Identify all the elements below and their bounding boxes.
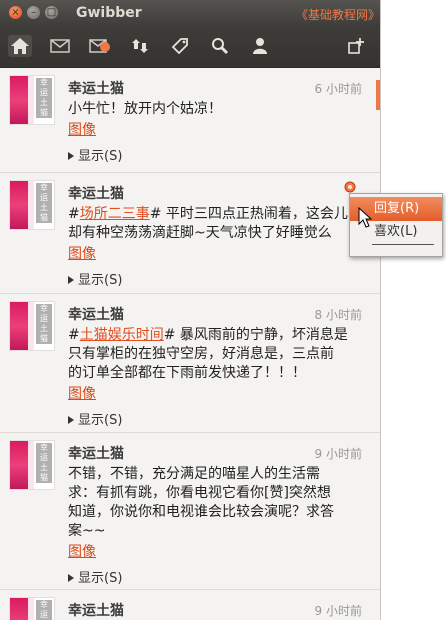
message-item[interactable]: 幸运土猫 幸运土猫 #场所二三事# 平时三四点正热闹着，这会儿 却有种空荡荡滴赶…	[0, 173, 380, 294]
message-item[interactable]: 幸运土猫 幸运土猫 9 小时前	[0, 590, 380, 620]
message-item[interactable]: 幸运土猫 幸运土猫 9 小时前 不错，不错，充分满足的喵星人的生活需 求：有抓有…	[0, 433, 380, 590]
maximize-button[interactable]: □	[45, 6, 58, 19]
message-item[interactable]: 幸运土猫 幸运土猫 8 小时前 #土猫娱乐时间# 暴风雨前的宁静，坏消息是 只有…	[0, 294, 380, 433]
message-item[interactable]: 幸运土猫 幸运土猫 6 小时前 小牛忙！放开内个姑凉！ 图像 显示(S)	[0, 68, 380, 173]
image-link[interactable]: 图像	[68, 119, 96, 139]
message-text-line3: 知道，你说你和电视谁会比较会演呢？求答	[68, 504, 334, 520]
avatar[interactable]: 幸运土猫	[10, 441, 54, 489]
compose-icon	[348, 38, 364, 54]
mention-icon	[89, 39, 110, 53]
user-icon	[253, 38, 267, 54]
retweet-button[interactable]	[128, 35, 152, 57]
message-text-line3: 的订单全部都在下雨前发快递了！！！	[68, 365, 306, 381]
show-label: 显示(S)	[78, 273, 123, 288]
avatar-chars: 幸运土猫	[36, 304, 52, 344]
avatar[interactable]: 幸运土猫	[10, 598, 54, 620]
message-text: 不错，不错，充分满足的喵星人的生活需	[68, 466, 320, 482]
expand-triangle-icon	[68, 276, 74, 284]
close-button[interactable]: ×	[9, 6, 22, 19]
message-author[interactable]: 幸运土猫	[68, 600, 124, 620]
message-text-line2: 却有种空荡荡滴赶脚~天气凉快了好睡觉么	[68, 225, 332, 241]
expand-triangle-icon	[68, 574, 74, 582]
avatar-chars: 幸运土猫	[36, 600, 52, 620]
message-text-line2: 求：有抓有跳，你看电视它看你[赞]突然想	[68, 485, 331, 501]
avatar[interactable]: 幸运土猫	[10, 302, 54, 350]
message-author[interactable]: 幸运土猫	[68, 183, 124, 203]
message-author[interactable]: 幸运土猫	[68, 78, 124, 98]
show-label: 显示(S)	[78, 149, 123, 164]
show-toggle[interactable]: 显示(S)	[68, 567, 122, 586]
avatar-chars: 幸运土猫	[36, 78, 52, 118]
avatar[interactable]: 幸运土猫	[10, 76, 54, 124]
mouse-cursor-icon	[358, 207, 372, 228]
avatar-chars: 幸运土猫	[36, 443, 52, 483]
show-label: 显示(S)	[78, 571, 123, 586]
window-title: Gwibber	[76, 5, 142, 21]
expand-triangle-icon	[68, 152, 74, 160]
message-time: 6 小时前	[314, 82, 362, 96]
unread-marker	[376, 80, 380, 110]
message-author[interactable]: 幸运土猫	[68, 443, 124, 463]
hashtag-link[interactable]: 土猫娱乐时间	[80, 327, 164, 343]
toolbar	[0, 27, 380, 68]
mail-icon	[50, 39, 70, 53]
hashtag-link[interactable]: 场所二三事	[80, 206, 150, 222]
home-icon	[11, 38, 29, 54]
message-time: 9 小时前	[314, 447, 362, 461]
title-bar: × – □ Gwibber 《基础教程网》	[0, 0, 380, 27]
image-link[interactable]: 图像	[68, 243, 96, 263]
message-text: #场所二三事# 平时三四点正热闹着，这会儿	[68, 206, 348, 222]
show-label: 显示(S)	[78, 413, 123, 428]
message-text-line4: 案~~	[68, 523, 106, 539]
compose-button[interactable]	[344, 35, 368, 57]
show-toggle[interactable]: 显示(S)	[68, 269, 122, 288]
gwibber-window: × – □ Gwibber 《基础教程网》 幸 运 土 猫 幸运土猫 6 小时前…	[0, 0, 381, 620]
message-time: 8 小时前	[314, 308, 362, 322]
show-toggle[interactable]: 显示(S)	[68, 145, 122, 164]
message-text-line2: 只有掌柜的在独守空房，好消息是，三点前	[68, 346, 334, 362]
avatar-chars: 幸运土猫	[36, 183, 52, 223]
message-text: 小牛忙！放开内个姑凉！	[68, 101, 222, 117]
watermark: 《基础教程网》	[296, 8, 381, 22]
show-toggle[interactable]: 显示(S)	[68, 409, 122, 428]
image-link[interactable]: 图像	[68, 541, 96, 561]
search-button[interactable]	[208, 35, 232, 57]
tags-button[interactable]	[168, 35, 192, 57]
expand-triangle-icon	[68, 416, 74, 424]
message-list[interactable]: 幸运土猫 幸运土猫 6 小时前 小牛忙！放开内个姑凉！ 图像 显示(S) 幸运土…	[0, 68, 380, 620]
retweet-icon	[132, 39, 148, 53]
minimize-button[interactable]: –	[27, 6, 40, 19]
search-icon	[212, 38, 229, 55]
image-link[interactable]: 图像	[68, 383, 96, 403]
avatar[interactable]: 幸运土猫	[10, 181, 54, 229]
message-author[interactable]: 幸运土猫	[68, 304, 124, 324]
home-button[interactable]	[8, 35, 32, 57]
mentions-button[interactable]	[88, 35, 112, 57]
menu-separator	[372, 244, 434, 245]
reply-emblem-icon	[344, 181, 356, 193]
message-text: #土猫娱乐时间# 暴风雨前的宁静，坏消息是	[68, 327, 348, 343]
profile-button[interactable]	[248, 35, 272, 57]
tag-icon	[171, 38, 188, 55]
message-time: 9 小时前	[314, 604, 362, 618]
messages-button[interactable]	[48, 35, 72, 57]
